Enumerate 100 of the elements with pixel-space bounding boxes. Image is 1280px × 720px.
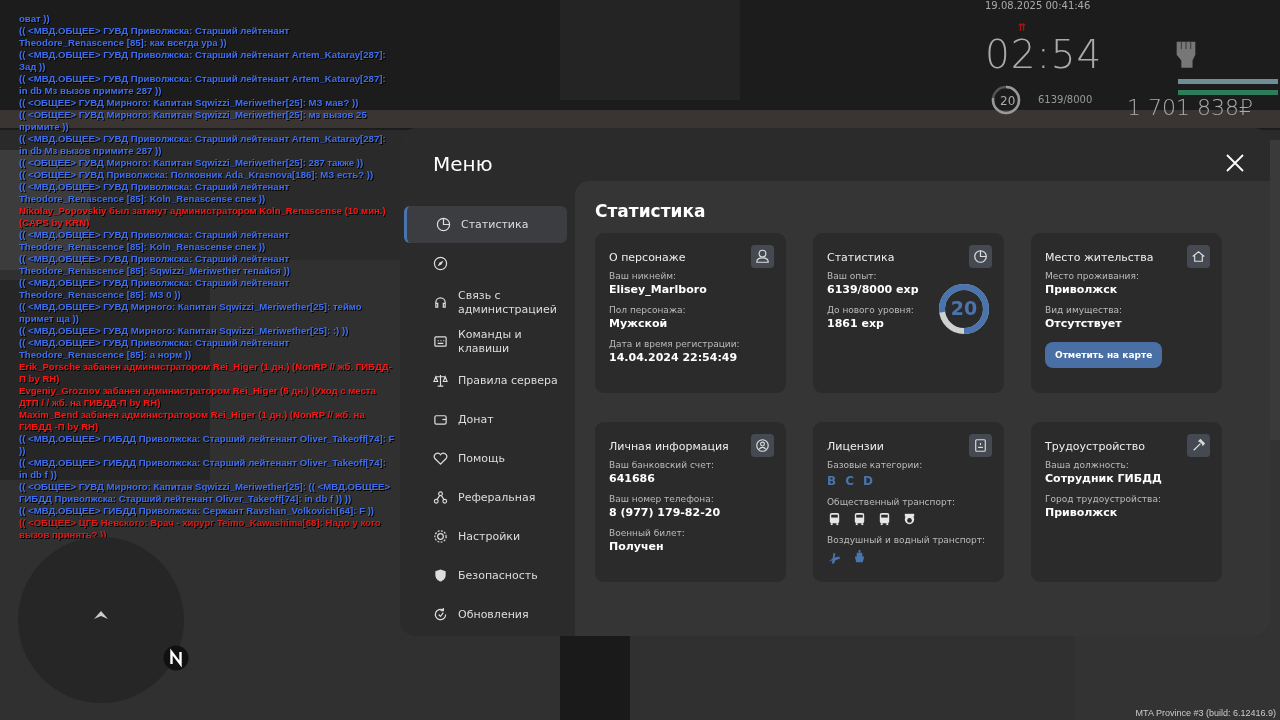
chat-message: (( <МВД.ОБЩЕЕ> ГУВД Приволжска: Старший лейтенант Artem_Kataray[287]: in db Мз вызов примите 287 )): [19, 73, 387, 97]
chat-message: (( <МВД.ОБЩЕЕ> ГУВД Мирного: Капитан Sqwizzi_Meriwether[25]: теймо примет ща )): [19, 301, 363, 325]
card-title: Лицензии: [827, 440, 884, 453]
sidebar-item[interactable]: Обновления: [400, 596, 575, 633]
scales-icon: [433, 373, 448, 388]
chat-message: (( <ОБЩЕЕ> ГУВД Мирного: Капитан Sqwizzi_Meriwether[25]: 287 также )): [19, 157, 365, 169]
field-label: Дата и время регистрации:: [609, 339, 740, 349]
field-value: Сотрудник ГИБДД: [1045, 472, 1162, 485]
field-label: Город трудоустройства:: [1045, 494, 1161, 504]
field-label: Пол персонажа:: [609, 305, 686, 315]
field-label: Ваш опыт:: [827, 271, 878, 281]
chat-message: (( <МВД.ОБЩЕЕ> ГУВД Приволжска: Старший лейтенант Artem_Kataray[287]: Зад )): [19, 49, 387, 73]
player-arrow-icon: [92, 610, 109, 622]
wallet-icon: [433, 412, 448, 427]
field-value: Приволжск: [1045, 506, 1119, 519]
person-icon: [751, 245, 774, 268]
license-category: B: [827, 474, 837, 488]
shield-icon: [433, 568, 448, 583]
heart-icon: [433, 451, 448, 466]
chat-message: (( <МВД.ОБЩЕЕ> ГИБДД Приволжска: Старший лейтенант Oliver_Takeoff[74]: in db f )): [19, 457, 387, 481]
field-label: Ваш номер телефона:: [609, 494, 715, 504]
field-value: 8 (977) 179-82-20: [609, 506, 721, 519]
chat-message: Evgeniy_Groznov забанен администратором Rei_Higer (5 дн.) (Уход с места ДТП / / жб. на ГИБДД-П by RH): [19, 385, 377, 409]
level-number: 20: [1000, 94, 1016, 108]
field-label: Ваш банковский счет:: [609, 460, 714, 470]
keyboard-icon: [433, 334, 448, 349]
field-value: 641686: [609, 472, 656, 485]
refresh-icon: [433, 607, 448, 622]
menu-title: Меню: [432, 152, 494, 178]
chat-message: (( <МВД.ОБЩЕЕ> ГИБДД Приволжска: Старший лейтенант Oliver_Takeoff[74]: F )): [19, 433, 395, 457]
north-icon: [163, 645, 189, 671]
map-button[interactable]: Отметить на карте: [1045, 342, 1163, 368]
field-value: Elisey_Marlboro: [609, 283, 707, 296]
chat-message: (( <ОБЩЕЕ> ГУВД Мирного: Капитан Sqwizzi_Meriwether[25]: МЗ мав? )): [19, 97, 360, 109]
card-title: О персонаже: [609, 251, 686, 264]
field-value: Приволжск: [1045, 283, 1119, 296]
field-label: До нового уровня:: [827, 305, 914, 315]
field-value: Отсутствует: [1045, 317, 1123, 330]
field-label: Ваш никнейм:: [609, 271, 678, 281]
sidebar-item[interactable]: Настройки: [400, 518, 575, 555]
sidebar-item[interactable]: Связь с администрацией: [400, 284, 575, 321]
license-category: D: [862, 474, 873, 488]
field-value: Мужской: [609, 317, 669, 330]
house-icon: [1187, 245, 1210, 268]
headset-icon: [433, 295, 448, 310]
sidebar-item[interactable]: Донат: [400, 401, 575, 438]
chat-message: (( <МВД.ОБЩЕЕ> ГУВД Приволжска: Старший лейтенант Artem_Kataray[287]: in db Мз вызов примите 287 )): [19, 133, 387, 157]
date-time: 19.08.2025 00:41:46: [985, 0, 1091, 11]
sidebar-item[interactable]: Команды и клавиши: [400, 323, 575, 360]
sidebar-item[interactable]: Статистика: [404, 206, 567, 243]
sidebar-item[interactable]: Реферальная: [400, 479, 575, 516]
chat-message: (( <МВД.ОБЩЕЕ> ГУВД Приволжска: Старший лейтенант Theodore_Renascence [85]: МЗ 0 )): [19, 277, 291, 301]
people-icon: [433, 490, 448, 505]
chat-message: (( <МВД.ОБЩЕЕ> ГУВД Приволжска: Старший лейтенант Theodore_Renascence [85]: а норм )): [19, 337, 291, 361]
sidebar-item[interactable]: Правила сервера: [400, 362, 575, 399]
chat-message: (( <ОБЩЕЕ> ГУВД Мирного: Капитан Sqwizzi_Meriwether[25]: мз вызов 25 примите )): [19, 109, 368, 133]
gear-icon: [433, 529, 448, 544]
chat-message: (( <МВД.ОБЩЕЕ> ГИБДД Приволжска: Сержант Ravshan_Volkovich[64]: F )): [19, 505, 376, 517]
chart-icon: [436, 217, 451, 232]
chat-message: (( <ОБЩЕЕ> ГУВД Мирного: Капитан Sqwizzi_Meriwether[25]: (( <МВД.ОБЩЕЕ> ГИБДД Приволжска: Старший лейтенант Oliver_Takeoff[74]: in db f )) )): [19, 481, 392, 505]
arrows-icon: [1018, 22, 1026, 32]
field-label: Базовые категории:: [827, 460, 923, 470]
field-value: 14.04.2024 22:54:49: [609, 351, 739, 364]
chat-message: Nikolay_Popovskiy был заткнут администратором Koln_Renascense (10 мин.) (CAPS by KRN): [19, 205, 387, 229]
field-label: Воздушный и водный транспорт:: [827, 535, 986, 545]
sidebar-item[interactable]: Безопасность: [400, 557, 575, 594]
field-label: Место проживания:: [1045, 271, 1139, 281]
compass-icon: [433, 256, 448, 271]
page-title: Статистика: [595, 201, 707, 221]
card-title: Личная информация: [609, 440, 729, 453]
field-label: Вид имущества:: [1045, 305, 1123, 315]
field-value: 1861 exp: [827, 317, 885, 330]
field-label: Военный билет:: [609, 528, 685, 538]
pie-chart-icon: [969, 245, 992, 268]
field-label: Ваша должность:: [1045, 460, 1130, 470]
card-title: Статистика: [827, 251, 895, 264]
build-info: MTA Province #3 (build: 6.12416.9): [1135, 708, 1276, 718]
field-label: Общественный транспорт:: [827, 497, 955, 507]
money-amount: 1 701 838₽: [1127, 95, 1253, 120]
chat-message: оват )): [19, 13, 51, 25]
chat-message: (( <ОБЩЕЕ> ГУВД Приволжска: Полковник Ada_Krasnova[186]: МЗ есть? )): [19, 169, 375, 181]
tools-icon: [1187, 434, 1210, 457]
close-button[interactable]: [1226, 154, 1244, 172]
field-value: Получен: [609, 540, 665, 553]
card-title: Место жительства: [1045, 251, 1154, 264]
experience-text: 6139/8000: [1038, 94, 1093, 105]
chat-message: (( <МВД.ОБЩЕЕ> ГУВД Приволжска: Старший лейтенант Theodore_Renascence [85]: Koln_Renascense спек )): [19, 181, 291, 205]
document-icon: [969, 434, 992, 457]
chat-message: (( <МВД.ОБЩЕЕ> ГУВД Приволжска: Старший лейтенант Theodore_Renascence [85]: Sqwizzi_Meriwether тепайся )): [19, 253, 291, 277]
clock: 02:54: [985, 32, 1103, 77]
chat-message: Erik_Porsche забанен администратором Rei_Higer (1 дн.) (NonRP // жб. ГИБДД-П by RH): [19, 361, 393, 385]
chat-message: (( <МВД.ОБЩЕЕ> ГУВД Мирного: Капитан Sqwizzi_Meriwether[25]: :) )): [19, 325, 350, 337]
license-category: C: [845, 474, 854, 488]
card-title: Трудоустройство: [1045, 440, 1146, 453]
level-number: 20: [949, 297, 979, 319]
chat-message: (( <МВД.ОБЩЕЕ> ГУВД Приволжска: Старший лейтенант Theodore_Renascence [85]: как всегда ура )): [19, 25, 291, 49]
field-value: 6139/8000 exp: [827, 283, 919, 296]
chat-message: Maxim_Bend забанен администратором Rei_Higer (1 дн.) (NonRP // жб. на ГИБДД -П by RH): [19, 409, 366, 433]
sidebar-item[interactable]: Помощь: [400, 440, 575, 477]
chat-message: (( <МВД.ОБЩЕЕ> ГУВД Приволжска: Старший лейтенант Theodore_Renascence [85]: Koln_Renascense спек )): [19, 229, 291, 253]
